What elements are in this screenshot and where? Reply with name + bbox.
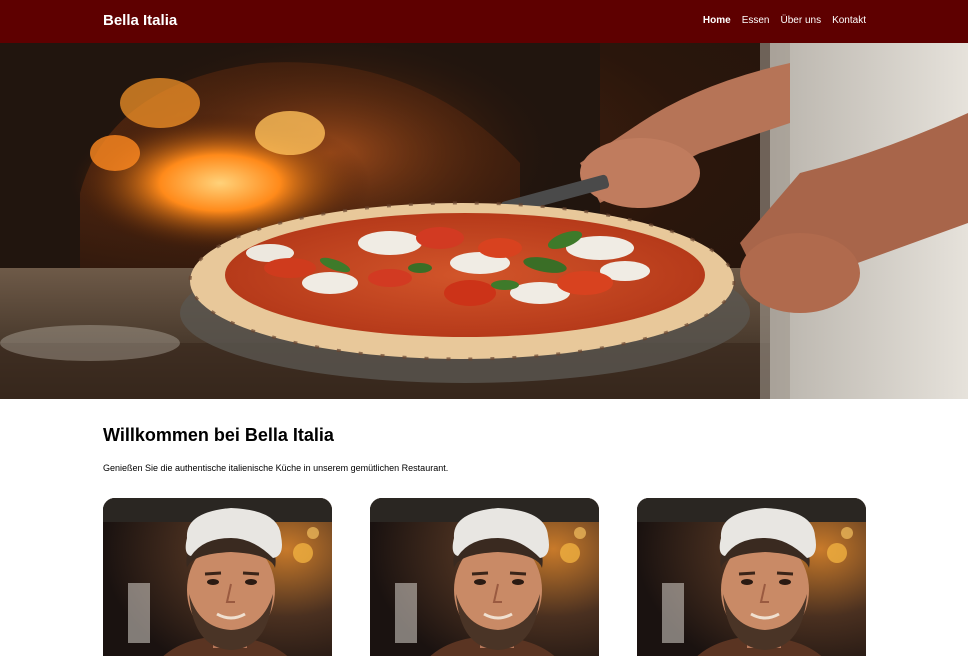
- chef-card[interactable]: [370, 498, 599, 656]
- nav-item-home[interactable]: Home: [703, 15, 731, 26]
- welcome-text: Genießen Sie die authentische italienisc…: [103, 463, 449, 473]
- chef-card[interactable]: [637, 498, 866, 656]
- nav-item-essen[interactable]: Essen: [742, 15, 770, 26]
- hero-image: [0, 43, 968, 399]
- chef-card[interactable]: [103, 498, 332, 656]
- chef-portrait-photo: [103, 498, 332, 656]
- chef-cards: [103, 498, 866, 656]
- site-header: Bella Italia Home Essen Über uns Kontakt: [0, 0, 968, 43]
- chef-portrait-photo: [370, 498, 599, 656]
- chef-portrait-photo: [637, 498, 866, 656]
- welcome-heading: Willkommen bei Bella Italia: [103, 425, 334, 445]
- brand-logo-text[interactable]: Bella Italia: [103, 12, 177, 29]
- pizza-oven-photo: [0, 43, 968, 399]
- main-nav: Home Essen Über uns Kontakt: [703, 15, 866, 26]
- nav-item-kontakt[interactable]: Kontakt: [832, 15, 866, 26]
- nav-item-ueber-uns[interactable]: Über uns: [781, 15, 822, 26]
